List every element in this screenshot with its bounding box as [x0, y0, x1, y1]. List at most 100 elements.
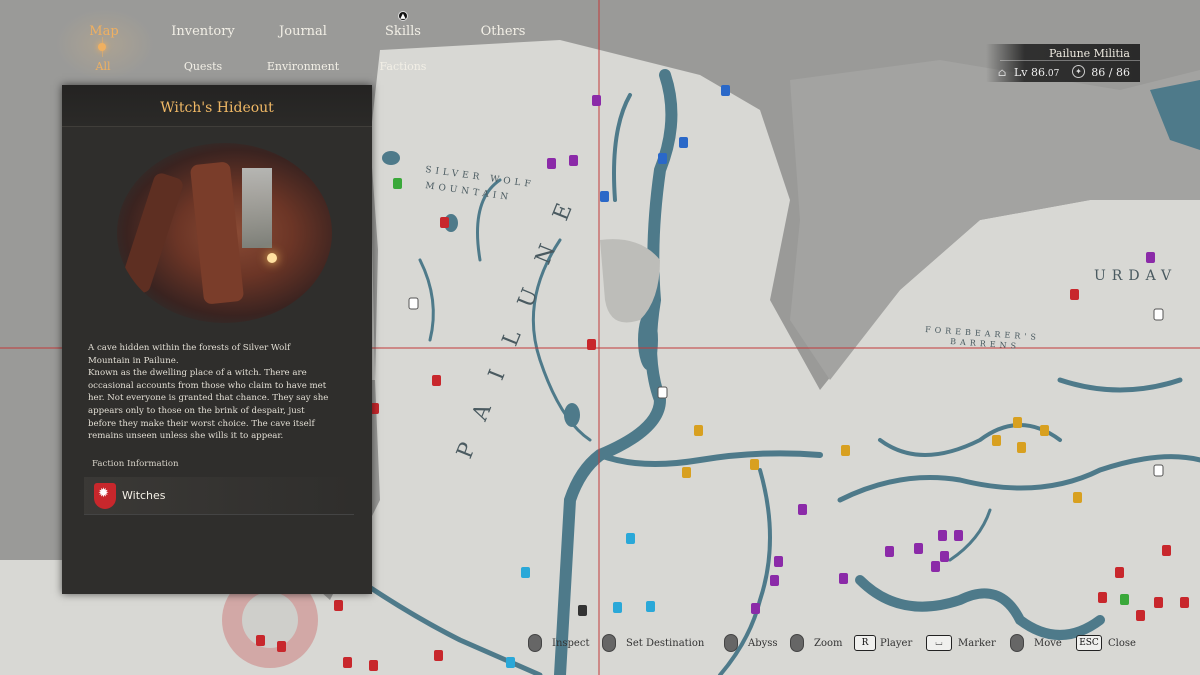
map-marker-icon[interactable] — [1162, 545, 1171, 556]
map-marker-icon[interactable] — [1073, 492, 1082, 503]
tab-map[interactable]: Map — [84, 24, 124, 39]
hint-label: Marker — [958, 638, 996, 649]
map-marker-icon[interactable] — [569, 155, 578, 166]
mouse-wheel-icon — [790, 634, 804, 652]
map-marker-icon[interactable] — [587, 339, 596, 350]
map-marker-icon[interactable] — [770, 575, 779, 586]
map-marker-icon[interactable] — [521, 567, 530, 578]
map-marker-icon[interactable] — [1146, 252, 1155, 263]
active-tab-indicator — [98, 43, 106, 51]
map-marker-icon[interactable] — [277, 641, 286, 652]
map-marker-icon[interactable] — [931, 561, 940, 572]
level-value: 86 — [1031, 66, 1046, 79]
map-marker-icon[interactable] — [592, 95, 601, 106]
panel-header: Witch's Hideout — [62, 85, 372, 127]
map-marker-icon[interactable] — [1136, 610, 1145, 621]
level-label: Lv — [1014, 66, 1028, 79]
mouse-right-icon — [602, 634, 616, 652]
level-readout: Lv 86.07 — [1014, 66, 1059, 79]
map-marker-icon[interactable] — [992, 435, 1001, 446]
mouse-middle-icon — [724, 634, 738, 652]
map-marker-icon[interactable] — [393, 178, 402, 189]
location-info-panel: Witch's Hideout A cave hidden within the… — [62, 85, 372, 594]
map-marker-icon[interactable] — [1153, 464, 1164, 477]
map-marker-icon[interactable] — [839, 573, 848, 584]
key-r-icon: R — [854, 635, 876, 651]
map-marker-icon[interactable] — [1120, 594, 1129, 605]
key-esc-icon: ESC — [1076, 635, 1102, 651]
map-marker-icon[interactable] — [432, 375, 441, 386]
faction-status-panel: Pailune Militia ⌂ Lv 86.07 ✦ 86 / 86 — [986, 44, 1140, 82]
location-illustration — [117, 143, 332, 323]
hint-label: Set Destination — [626, 638, 705, 649]
faction-points-icon: ✦ — [1072, 65, 1085, 78]
map-marker-icon[interactable] — [613, 602, 622, 613]
faction-points-value: 86 / 86 — [1091, 66, 1130, 79]
map-marker-icon[interactable] — [1153, 308, 1164, 321]
map-marker-icon[interactable] — [751, 603, 760, 614]
level-icon: ⌂ — [998, 66, 1007, 79]
map-marker-icon[interactable] — [679, 137, 688, 148]
tab-others[interactable]: Others — [478, 24, 528, 39]
svg-text:URDAV: URDAV — [1094, 268, 1177, 284]
subtab-all[interactable]: All — [88, 60, 118, 73]
map-marker-icon[interactable] — [885, 546, 894, 557]
map-marker-icon[interactable] — [578, 605, 587, 616]
map-marker-icon[interactable] — [1070, 289, 1079, 300]
key-space-icon: ⌴ — [926, 635, 952, 651]
tab-inventory[interactable]: Inventory — [168, 24, 238, 39]
map-marker-icon[interactable] — [440, 217, 449, 228]
map-marker-icon[interactable] — [434, 650, 443, 661]
hint-label: Close — [1108, 638, 1136, 649]
map-marker-icon[interactable] — [774, 556, 783, 567]
map-marker-icon[interactable] — [914, 543, 923, 554]
map-marker-icon[interactable] — [1013, 417, 1022, 428]
tab-skills[interactable]: Skills — [378, 24, 428, 39]
level-fraction: .07 — [1045, 69, 1060, 79]
map-marker-icon[interactable] — [1154, 597, 1163, 608]
map-marker-icon[interactable] — [626, 533, 635, 544]
hint-label: Move — [1034, 638, 1062, 649]
hint-label: Inspect — [552, 638, 590, 649]
map-marker-icon[interactable] — [954, 530, 963, 541]
location-title: Witch's Hideout — [160, 100, 274, 116]
hint-label: Player — [880, 638, 913, 649]
map-marker-icon[interactable] — [334, 600, 343, 611]
map-marker-icon[interactable] — [343, 657, 352, 668]
subtab-factions[interactable]: Factions — [376, 60, 430, 73]
map-marker-icon[interactable] — [841, 445, 850, 456]
map-marker-icon[interactable] — [600, 191, 609, 202]
faction-name: Witches — [122, 489, 166, 502]
map-marker-icon[interactable] — [1098, 592, 1107, 603]
status-divider — [1000, 60, 1140, 61]
map-marker-icon[interactable] — [940, 551, 949, 562]
map-marker-icon[interactable] — [750, 459, 759, 470]
map-marker-icon[interactable] — [547, 158, 556, 169]
hint-label: Abyss — [748, 638, 778, 649]
skills-notification-icon: ▲ — [398, 11, 408, 21]
map-marker-icon[interactable] — [657, 386, 668, 399]
map-marker-icon[interactable] — [408, 297, 419, 310]
location-description: A cave hidden within the forests of Silv… — [88, 343, 329, 442]
map-marker-icon[interactable] — [646, 601, 655, 612]
map-marker-icon[interactable] — [1115, 567, 1124, 578]
map-marker-icon[interactable] — [938, 530, 947, 541]
faction-entry-witches[interactable]: Witches — [84, 477, 354, 515]
map-marker-icon[interactable] — [658, 153, 667, 164]
map-marker-icon[interactable] — [798, 504, 807, 515]
map-marker-icon[interactable] — [256, 635, 265, 646]
subtab-environment[interactable]: Environment — [262, 60, 344, 73]
map-marker-icon[interactable] — [1017, 442, 1026, 453]
map-marker-icon[interactable] — [369, 660, 378, 671]
map-marker-icon[interactable] — [694, 425, 703, 436]
tab-journal[interactable]: Journal — [272, 24, 334, 39]
subtab-quests[interactable]: Quests — [178, 60, 228, 73]
mouse-left-icon — [528, 634, 542, 652]
map-marker-icon[interactable] — [506, 657, 515, 668]
map-marker-icon[interactable] — [682, 467, 691, 478]
map-marker-icon[interactable] — [1040, 425, 1049, 436]
map-marker-icon[interactable] — [1180, 597, 1189, 608]
control-hints: Inspect Set Destination Abyss Zoom R Pla… — [520, 630, 1200, 658]
map-marker-icon[interactable] — [721, 85, 730, 96]
faction-info-label: Faction Information — [92, 459, 179, 469]
